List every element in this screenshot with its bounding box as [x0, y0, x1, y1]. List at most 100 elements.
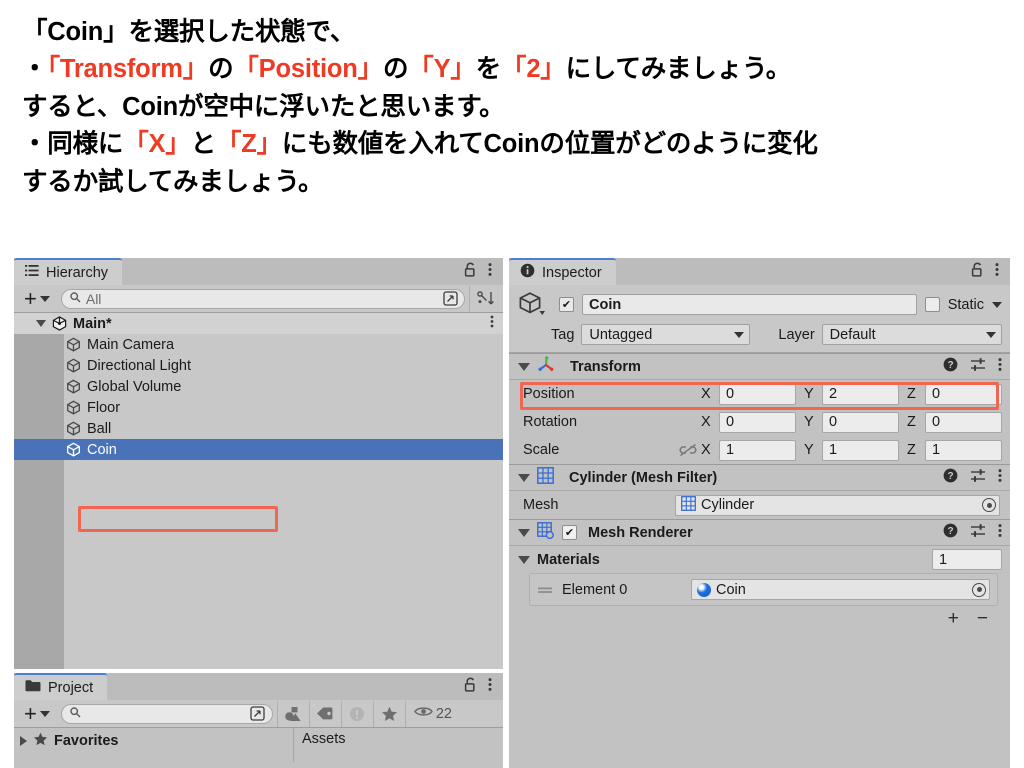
- expand-triangle-icon[interactable]: [20, 736, 27, 746]
- create-gameobject-button[interactable]: +: [16, 287, 57, 311]
- axis-label-z: Z: [907, 386, 916, 402]
- svg-text:?: ?: [947, 471, 953, 482]
- project-search-input[interactable]: [60, 703, 273, 725]
- chevron-down-icon: [39, 710, 50, 717]
- mesh-filter-grid-icon: [537, 467, 554, 488]
- collapse-triangle-icon[interactable]: [518, 362, 530, 371]
- transform-position-z-input[interactable]: 0: [925, 383, 1002, 405]
- kebab-menu-icon[interactable]: [490, 315, 494, 332]
- expand-window-icon[interactable]: [438, 288, 462, 310]
- hierarchy-toolbar: + All: [14, 285, 503, 313]
- mesh-renderer-enabled-checkbox[interactable]: ✔: [562, 525, 577, 540]
- hierarchy-item-main-camera[interactable]: Main Camera: [14, 334, 503, 355]
- transform-scale-z-input[interactable]: 1: [925, 439, 1002, 461]
- component-header-transform[interactable]: Transform ?: [509, 353, 1010, 380]
- tag-value: Untagged: [589, 326, 653, 343]
- object-picker-icon[interactable]: [972, 582, 986, 597]
- hierarchy-item-label: Ball: [87, 420, 112, 437]
- collapse-triangle-icon[interactable]: [518, 528, 530, 537]
- preset-sliders-icon[interactable]: [970, 468, 986, 487]
- tag-icon[interactable]: [308, 700, 341, 727]
- collapse-triangle-icon[interactable]: [36, 320, 46, 327]
- preset-sliders-icon[interactable]: [970, 523, 986, 542]
- favorites-label: Favorites: [54, 733, 119, 749]
- hierarchy-panel: Hierarchy + All Main* Main Camera Direct…: [14, 258, 503, 669]
- material-object-field[interactable]: Coin: [691, 579, 990, 600]
- help-icon[interactable]: ?: [943, 523, 958, 542]
- transform-rotation-y-input[interactable]: 0: [822, 411, 899, 433]
- kebab-menu-icon[interactable]: [998, 523, 1002, 542]
- component-header-mesh-renderer[interactable]: ✔ Mesh Renderer ?: [509, 519, 1010, 546]
- visibility-count-label: 22: [435, 705, 452, 722]
- component-header-mesh-filter[interactable]: Cylinder (Mesh Filter) ?: [509, 464, 1010, 491]
- collapse-triangle-icon[interactable]: [518, 473, 530, 482]
- materials-count-input[interactable]: 1: [932, 549, 1002, 570]
- tab-inspector[interactable]: Inspector: [509, 258, 616, 285]
- hierarchy-scene-row[interactable]: Main*: [14, 313, 503, 334]
- transform-rotation-x-input[interactable]: 0: [719, 411, 796, 433]
- tab-project[interactable]: Project: [14, 673, 108, 700]
- transform-scale-x-input[interactable]: 1: [719, 439, 796, 461]
- hierarchy-item-list: Main Camera Directional Light Global Vol…: [14, 334, 503, 460]
- expand-window-icon[interactable]: [246, 703, 270, 725]
- broken-link-icon[interactable]: [675, 443, 701, 457]
- inspector-tab-actions: [971, 258, 1010, 285]
- tab-hierarchy[interactable]: Hierarchy: [14, 258, 123, 285]
- drag-handle-icon[interactable]: [537, 585, 553, 595]
- tag-dropdown[interactable]: Untagged: [581, 324, 751, 345]
- preset-sliders-icon[interactable]: [970, 357, 986, 376]
- visibility-toggle[interactable]: 22: [404, 700, 452, 727]
- instruction-text: の: [382, 55, 409, 84]
- project-tabbar: Project: [14, 673, 503, 700]
- layer-dropdown[interactable]: Default: [821, 324, 1002, 345]
- transform-rotation-z-input[interactable]: 0: [925, 411, 1002, 433]
- transform-position-x-input[interactable]: 0: [719, 383, 796, 405]
- star-icon: [33, 732, 48, 750]
- static-label: Static: [947, 296, 984, 313]
- kebab-menu-icon[interactable]: [995, 262, 999, 281]
- hierarchy-item-ball[interactable]: Ball: [14, 418, 503, 439]
- hierarchy-item-floor[interactable]: Floor: [14, 397, 503, 418]
- remove-element-button[interactable]: −: [977, 608, 988, 630]
- gameobject-enabled-checkbox[interactable]: ✔: [559, 297, 574, 312]
- value: 0: [932, 414, 941, 430]
- lock-open-icon[interactable]: [971, 262, 984, 281]
- gameobject-name-input[interactable]: Coin: [582, 294, 917, 315]
- axis-field-group: X1Y1Z1: [701, 439, 1010, 461]
- instruction-text: を: [475, 55, 502, 84]
- materials-foldout-row[interactable]: Materials 1: [509, 546, 1010, 573]
- warning-icon[interactable]: [340, 700, 373, 727]
- lock-open-icon[interactable]: [464, 262, 477, 281]
- hierarchy-item-coin[interactable]: Coin: [14, 439, 503, 460]
- project-browser: Favorites Assets: [14, 728, 503, 762]
- axis-field-group: X0Y2Z0: [701, 383, 1010, 405]
- transform-scale-y-input[interactable]: 1: [822, 439, 899, 461]
- kebab-menu-icon[interactable]: [488, 262, 492, 281]
- help-icon[interactable]: ?: [943, 357, 958, 376]
- static-checkbox[interactable]: [924, 297, 940, 312]
- transform-position-y-input[interactable]: 2: [822, 383, 899, 405]
- hierarchy-item-label: Floor: [87, 399, 121, 416]
- mesh-object-field[interactable]: Cylinder: [675, 494, 1000, 516]
- lock-open-icon[interactable]: [464, 677, 477, 696]
- instruction-text: にしてみましょう。: [565, 55, 792, 84]
- kebab-menu-icon[interactable]: [998, 468, 1002, 487]
- asset-type-filter-icon[interactable]: [276, 700, 309, 727]
- hierarchy-item-directional-light[interactable]: Directional Light: [14, 355, 503, 376]
- project-tree-item-favorites[interactable]: Favorites: [20, 731, 293, 751]
- object-picker-icon[interactable]: [982, 498, 996, 512]
- search-icon: [70, 706, 81, 721]
- static-dropdown-chevron-icon[interactable]: [992, 301, 1002, 308]
- create-asset-button[interactable]: +: [16, 702, 57, 726]
- instruction-text: の: [208, 55, 234, 84]
- kebab-menu-icon[interactable]: [998, 357, 1002, 376]
- kebab-menu-icon[interactable]: [488, 677, 492, 696]
- hierarchy-item-global-volume[interactable]: Global Volume: [14, 376, 503, 397]
- axis-cell-y: Y0: [804, 411, 907, 433]
- sort-alphabetical-icon[interactable]: [469, 285, 501, 312]
- add-element-button[interactable]: +: [948, 608, 959, 630]
- star-icon[interactable]: [372, 700, 405, 727]
- help-icon[interactable]: ?: [943, 468, 958, 487]
- collapse-triangle-icon[interactable]: [518, 555, 530, 564]
- hierarchy-search-input[interactable]: All: [60, 288, 465, 310]
